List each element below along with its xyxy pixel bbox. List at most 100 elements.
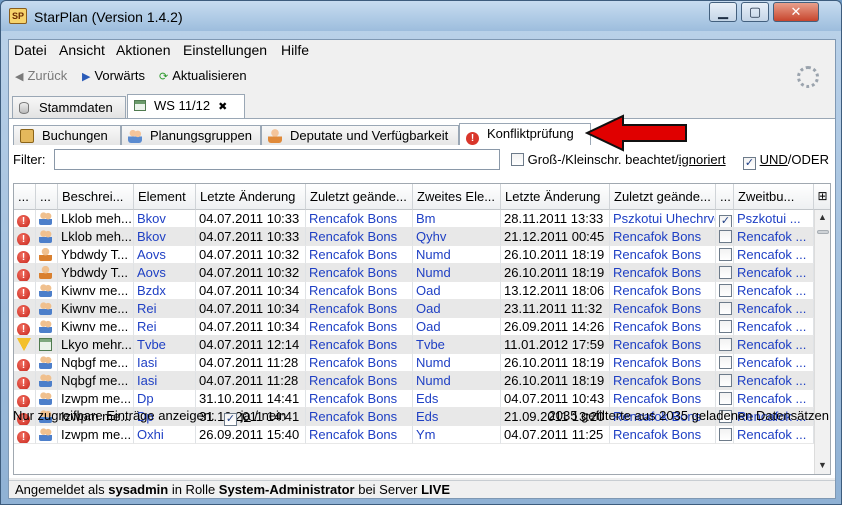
changed-by-2-link: Rencafok Bons [610, 372, 716, 390]
menu-hilfe[interactable]: Hilfe [281, 42, 309, 58]
forward-button[interactable]: ▶ Vorwärts [82, 68, 145, 83]
col-check[interactable]: ... [716, 184, 734, 210]
row-checkbox[interactable] [719, 428, 732, 441]
row-checkbox[interactable] [719, 356, 732, 369]
scroll-down-icon[interactable]: ▼ [818, 460, 827, 470]
close-button[interactable]: ✕ [773, 2, 819, 22]
accessible-checkbox[interactable]: ✓ [224, 413, 237, 426]
col-element[interactable]: Element [134, 184, 196, 210]
table-row[interactable]: ! Ybdwdy T... Aovs 04.07.2011 10:32 Rencafok… [14, 264, 814, 282]
col-description[interactable]: Beschrei... [58, 184, 134, 210]
check-cell [716, 228, 734, 246]
element-link: Rei [134, 300, 196, 318]
tab-close-icon[interactable]: ✖ [218, 101, 227, 113]
table-row[interactable]: ! Nqbgf me... Iasi 04.07.2011 11:28 Rencafok… [14, 354, 814, 372]
menu-aktionen[interactable]: Aktionen [116, 42, 170, 58]
tab-konfliktpruefung[interactable]: ! Konfliktprüfung [459, 123, 591, 145]
row-checkbox[interactable] [719, 320, 732, 333]
table-row[interactable]: ! Kiwnv me... Rei 04.07.2011 10:34 Rencafok … [14, 318, 814, 336]
case-sensitive-option[interactable]: Groß-/Kleinschr. beachtet/ignoriert [511, 152, 726, 167]
row-checkbox[interactable] [719, 230, 732, 243]
description-cell: Lklob meh... [58, 210, 134, 228]
forward-label: Vorwärts [94, 68, 146, 83]
status-role: System-Administrator [218, 482, 355, 497]
vertical-scrollbar[interactable]: ▲ ▼ [814, 210, 830, 474]
accessible-filter-label: Nur zugreifbare Einträge anzeigen: [13, 408, 215, 423]
tab-stammdaten[interactable]: Stammdaten [12, 96, 126, 118]
col-changed-by[interactable]: Zuletzt geände... [306, 184, 413, 210]
element-link: Aovs [134, 246, 196, 264]
row-checkbox[interactable] [719, 338, 732, 351]
table-row[interactable]: ! Lklob meh... Bkov 04.07.2011 10:33 Rencafo… [14, 210, 814, 228]
element-link: Iasi [134, 372, 196, 390]
error-icon: ! [17, 323, 30, 335]
status-cell: ! [14, 210, 36, 228]
table-row[interactable]: Lkyo mehr... Tvbe 04.07.2011 12:14 Rencafok… [14, 336, 814, 354]
refresh-button[interactable]: ⟳ Aktualisieren [159, 68, 247, 83]
database-icon [19, 102, 29, 114]
status-cell: ! [14, 228, 36, 246]
changed-by-link: Rencafok Bons [306, 228, 413, 246]
row-checkbox[interactable]: ✓ [719, 215, 732, 227]
bottom-row: Nur zugreifbare Einträge anzeigen: ✓ ja … [9, 404, 835, 426]
and-or-option[interactable]: ✓ UND/ODER [743, 152, 829, 170]
table-row[interactable]: ! Kiwnv me... Rei 04.07.2011 10:34 Rencafok … [14, 300, 814, 318]
check-cell [716, 426, 734, 444]
maximize-button[interactable]: ▢ [741, 2, 769, 22]
row-checkbox[interactable] [719, 248, 732, 261]
table-row[interactable]: ! Kiwnv me... Bzdx 04.07.2011 10:34 Rencafok… [14, 282, 814, 300]
row-checkbox[interactable] [719, 302, 732, 315]
col-second-element[interactable]: Zweites Ele... [413, 184, 501, 210]
menu-ansicht[interactable]: Ansicht [59, 42, 105, 58]
accessible-filter-option[interactable]: ✓ ja / nein [224, 408, 286, 426]
check-cell [716, 354, 734, 372]
col-second-booking[interactable]: Zweitbu... [734, 184, 814, 210]
menu-einstellungen[interactable]: Einstellungen [183, 42, 267, 58]
grid-icon [134, 100, 146, 111]
title-bar[interactable]: SP StarPlan (Version 1.4.2) ▁ ▢ ✕ [1, 1, 841, 31]
table-row[interactable]: ! Lklob meh... Bkov 04.07.2011 10:33 Rencafo… [14, 228, 814, 246]
filter-input[interactable] [54, 149, 500, 170]
error-icon: ! [17, 431, 30, 443]
table-row[interactable]: ! Izwpm me... Oxhi 26.09.2011 15:40 Rencafok… [14, 426, 814, 444]
second-booking-link: Pszkotui ... [734, 210, 814, 228]
and-checkbox[interactable]: ✓ [743, 157, 756, 170]
user-icon [39, 266, 52, 279]
col-type[interactable]: ... [36, 184, 58, 210]
back-button[interactable]: ◀ Zurück [15, 68, 67, 83]
refresh-icon: ⟳ [159, 71, 169, 83]
column-chooser-icon[interactable]: ⊞ [814, 184, 830, 210]
col-last-change-2[interactable]: Letzte Änderung [501, 184, 610, 210]
table-row[interactable]: ! Nqbgf me... Iasi 04.07.2011 11:28 Rencafok… [14, 372, 814, 390]
status-prefix: Angemeldet als [15, 482, 109, 497]
scroll-thumb[interactable] [817, 230, 829, 234]
check-cell [716, 318, 734, 336]
changed-by-2-link: Rencafok Bons [610, 246, 716, 264]
scroll-up-icon[interactable]: ▲ [818, 212, 827, 222]
col-status[interactable]: ... [14, 184, 36, 210]
or-label: /ODER [787, 152, 829, 167]
no-label: / nein [254, 408, 287, 423]
last-change-cell: 26.09.2011 15:40 [196, 426, 306, 444]
tab-planungsgruppen[interactable]: Planungsgruppen [121, 125, 261, 145]
last-change-2-cell: 23.11.2011 11:32 [501, 300, 610, 318]
changed-by-2-link: Rencafok Bons [610, 336, 716, 354]
case-sensitive-checkbox[interactable] [511, 153, 524, 166]
status-cell: ! [14, 354, 36, 372]
minimize-button[interactable]: ▁ [709, 2, 737, 22]
element-link: Bzdx [134, 282, 196, 300]
status-mid2: bei Server [354, 482, 422, 497]
table-row[interactable]: ! Ybdwdy T... Aovs 04.07.2011 10:32 Rencafok… [14, 246, 814, 264]
row-checkbox[interactable] [719, 284, 732, 297]
tab-deputate[interactable]: Deputate und Verfügbarkeit [261, 125, 459, 145]
col-last-change[interactable]: Letzte Änderung [196, 184, 306, 210]
row-checkbox[interactable] [719, 374, 732, 387]
tab-label: Deputate und Verfügbarkeit [290, 128, 449, 143]
tab-buchungen[interactable]: Buchungen [13, 125, 121, 145]
tab-ws-11-12[interactable]: WS 11/12 ✖ [127, 94, 245, 118]
menu-datei[interactable]: Datei [14, 42, 47, 58]
warning-icon: ! [466, 132, 479, 145]
row-checkbox[interactable] [719, 266, 732, 279]
col-changed-by-2[interactable]: Zuletzt geände... [610, 184, 716, 210]
second-booking-link: Rencafok ... [734, 246, 814, 264]
